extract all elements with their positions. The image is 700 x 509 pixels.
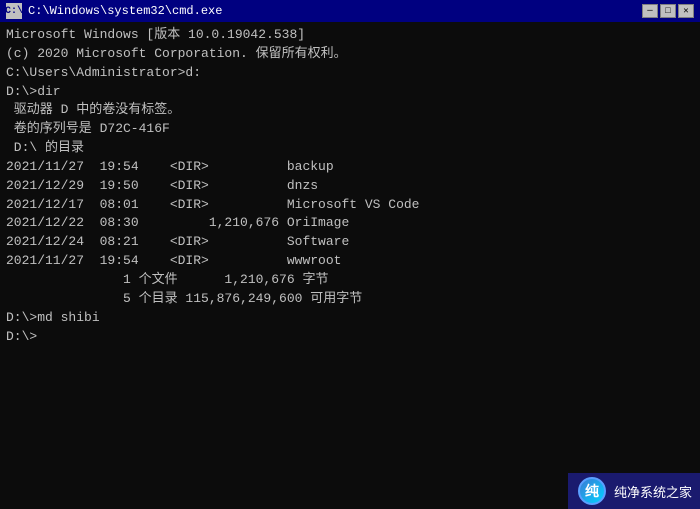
terminal-line: 2021/12/24 08:21 <DIR> Software: [6, 233, 694, 252]
watermark: 纯 纯净系统之家: [568, 473, 700, 509]
terminal-line: D:\ 的目录: [6, 139, 694, 158]
terminal-line: 2021/11/27 19:54 <DIR> wwwroot: [6, 252, 694, 271]
terminal-line: 驱动器 D 中的卷没有标签。: [6, 101, 694, 120]
terminal-line: D:\>dir: [6, 83, 694, 102]
watermark-text: 纯净系统之家: [614, 482, 692, 501]
cmd-icon: C:\: [6, 3, 22, 19]
close-button[interactable]: ✕: [678, 4, 694, 18]
terminal-line: 卷的序列号是 D72C-416F: [6, 120, 694, 139]
maximize-button[interactable]: □: [660, 4, 676, 18]
terminal-line: 5 个目录 115,876,249,600 可用字节: [6, 290, 694, 309]
terminal-output: Microsoft Windows [版本 10.0.19042.538](c)…: [0, 22, 700, 473]
terminal-line: 1 个文件 1,210,676 字节: [6, 271, 694, 290]
terminal-line: C:\Users\Administrator>d:: [6, 64, 694, 83]
terminal-line: 2021/12/22 08:30 1,210,676 OriImage: [6, 214, 694, 233]
terminal-line: D:\>: [6, 328, 694, 347]
terminal-line: (c) 2020 Microsoft Corporation. 保留所有权利。: [6, 45, 694, 64]
terminal-line: 2021/11/27 19:54 <DIR> backup: [6, 158, 694, 177]
title-bar: C:\ C:\Windows\system32\cmd.exe ─ □ ✕: [0, 0, 700, 22]
watermark-logo: 纯: [578, 477, 606, 505]
terminal-line: Microsoft Windows [版本 10.0.19042.538]: [6, 26, 694, 45]
window-title: C:\Windows\system32\cmd.exe: [28, 4, 636, 18]
terminal-line: D:\>md shibi: [6, 309, 694, 328]
terminal-line: 2021/12/29 19:50 <DIR> dnzs: [6, 177, 694, 196]
window-controls: ─ □ ✕: [642, 4, 694, 18]
terminal-line: 2021/12/17 08:01 <DIR> Microsoft VS Code: [6, 196, 694, 215]
minimize-button[interactable]: ─: [642, 4, 658, 18]
